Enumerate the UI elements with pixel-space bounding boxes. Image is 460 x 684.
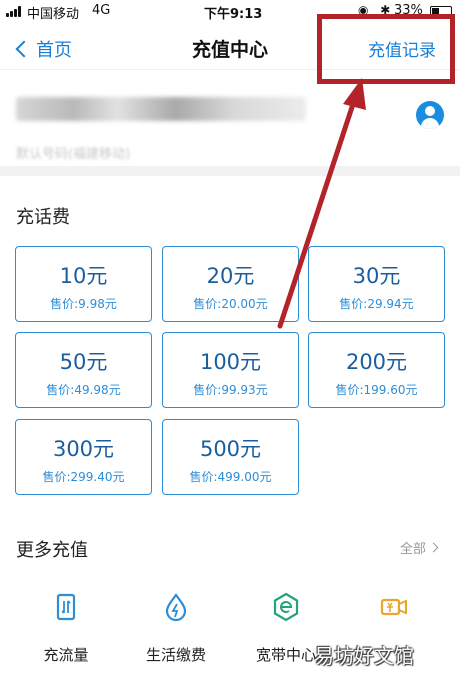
topup-option-50[interactable]: 50元 售价:49.98元	[15, 332, 152, 408]
topup-amount: 30元	[352, 264, 401, 288]
broadband-e-icon	[273, 592, 299, 622]
service-label: 生活缴费	[145, 646, 206, 664]
service-video-ticket[interactable]	[354, 592, 434, 644]
battery-icon	[430, 6, 452, 17]
topup-price: 售价:299.40元	[42, 470, 125, 484]
service-label: 充流量	[43, 646, 89, 664]
topup-price: 售价:20.00元	[193, 297, 268, 311]
account-info: 默认号码(福建移动)	[0, 71, 460, 166]
video-ticket-icon	[380, 598, 407, 616]
data-card-icon	[56, 593, 76, 621]
avatar-icon[interactable]	[416, 101, 444, 129]
topup-option-500[interactable]: 500元 售价:499.00元	[162, 419, 299, 495]
topup-option-100[interactable]: 100元 售价:99.93元	[162, 332, 299, 408]
topup-option-10[interactable]: 10元 售价:9.98元	[15, 246, 152, 322]
more-section-title: 更多充值	[16, 540, 88, 561]
back-button[interactable]: 首页	[14, 36, 72, 62]
status-icons: ◉ ✱	[358, 3, 395, 17]
topup-price: 售价:199.60元	[335, 383, 418, 397]
account-subtitle: 默认号码(福建移动)	[16, 147, 131, 162]
chevron-right-icon	[428, 542, 439, 553]
topup-amount: 500元	[199, 437, 262, 461]
section-divider	[0, 166, 460, 176]
service-label: 宽带中心	[255, 646, 316, 664]
topup-price: 售价:29.94元	[339, 297, 414, 311]
topup-price: 售价:49.98元	[46, 383, 121, 397]
nav-bar: 首页 充值中心 充值记录	[0, 24, 460, 70]
view-all-label: 全部	[400, 542, 427, 557]
topup-option-300[interactable]: 300元 售价:299.40元	[15, 419, 152, 495]
blurred-phone-number	[16, 97, 306, 121]
topup-amount: 200元	[345, 350, 408, 374]
signal-icon	[6, 6, 24, 17]
topup-section-title: 充话费	[16, 207, 70, 228]
watermark-text: 易坊好文馆	[314, 644, 414, 668]
service-broadband-center[interactable]: 宽带中心	[246, 592, 326, 665]
topup-price: 售价:9.98元	[50, 297, 117, 311]
topup-amount: 100元	[199, 350, 262, 374]
water-drop-icon	[165, 593, 187, 622]
topup-option-30[interactable]: 30元 售价:29.94元	[308, 246, 445, 322]
topup-option-20[interactable]: 20元 售价:20.00元	[162, 246, 299, 322]
recharge-records-link[interactable]: 充值记录	[368, 36, 436, 61]
topup-amount: 20元	[206, 264, 255, 288]
battery-percent: 33%	[394, 3, 423, 18]
status-bar: 中国移动 4G 下午9:13 ◉ ✱ 33%	[0, 0, 460, 24]
carrier-name: 中国移动	[27, 7, 80, 22]
network-type: 4G	[92, 3, 111, 18]
chevron-left-icon	[15, 40, 33, 58]
topup-amount: 50元	[59, 350, 108, 374]
service-utility-payment[interactable]: 生活缴费	[136, 592, 216, 665]
topup-option-200[interactable]: 200元 售价:199.60元	[308, 332, 445, 408]
topup-amount: 300元	[52, 437, 115, 461]
topup-price: 售价:99.93元	[193, 383, 268, 397]
clock: 下午9:13	[204, 7, 263, 22]
view-all-link[interactable]: 全部	[400, 538, 439, 557]
topup-price: 售价:499.00元	[189, 470, 272, 484]
back-label: 首页	[36, 40, 72, 61]
service-data-topup[interactable]: 充流量	[26, 592, 106, 665]
topup-amount: 10元	[59, 264, 108, 288]
